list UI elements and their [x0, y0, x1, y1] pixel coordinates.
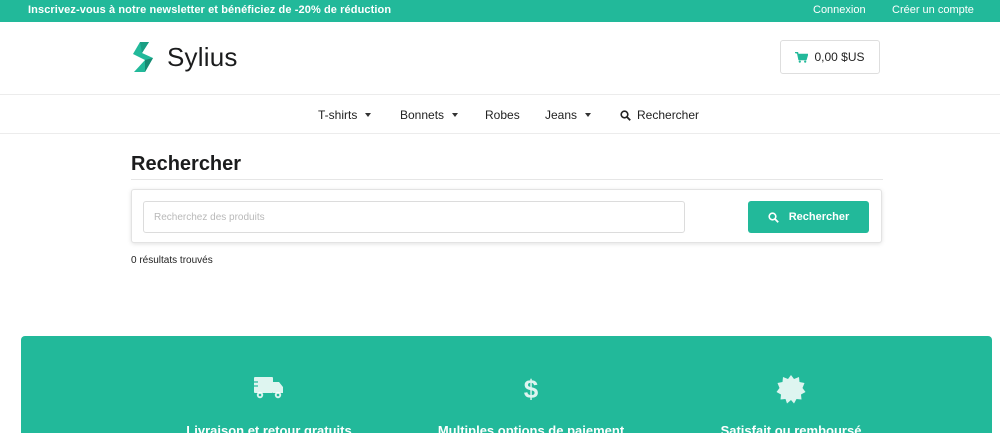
header: Sylius 0,00 $US — [0, 22, 1000, 95]
nav-item-label: Bonnets — [400, 108, 445, 122]
login-link[interactable]: Connexion — [813, 4, 866, 16]
nav-item-tshirts[interactable]: T-shirts — [318, 108, 372, 122]
cart-total: 0,00 $US — [814, 50, 865, 64]
logo[interactable]: Sylius — [131, 39, 238, 75]
caret-down-icon — [452, 113, 459, 117]
cart-icon — [795, 51, 809, 63]
feature-title: Multiples options de paiement — [437, 423, 625, 433]
caret-down-icon — [585, 113, 592, 117]
top-bar: Inscrivez-vous à notre newsletter et bén… — [0, 0, 1000, 22]
nav-item-bonnets[interactable]: Bonnets — [400, 108, 459, 122]
nav-item-label: Jeans — [545, 108, 578, 122]
results-count: 0 résultats trouvés — [131, 255, 213, 266]
search-input[interactable] — [143, 201, 685, 233]
nav-item-jeans[interactable]: Jeans — [545, 108, 592, 122]
nav-item-search[interactable]: Rechercher — [620, 108, 699, 122]
main-nav: T-shirts Bonnets Robes Jeans Rechercher — [0, 96, 1000, 134]
divider — [131, 179, 883, 180]
certificate-icon — [776, 375, 806, 404]
truck-icon — [252, 377, 283, 399]
nav-item-label: T-shirts — [318, 108, 358, 122]
nav-item-label: Robes — [485, 108, 520, 122]
search-button[interactable]: Rechercher — [748, 201, 869, 233]
search-icon — [620, 109, 631, 121]
search-icon — [768, 211, 779, 223]
brand-name: Sylius — [167, 41, 238, 72]
feature-title: Satisfait ou remboursé — [720, 423, 862, 433]
cart-button[interactable]: 0,00 $US — [780, 40, 880, 74]
feature-title: Livraison et retour gratuits — [186, 423, 352, 433]
nav-item-label: Rechercher — [637, 108, 700, 122]
footer-features: Livraison et retour gratuits $ Multiples… — [21, 336, 992, 433]
svg-text:$: $ — [524, 374, 539, 404]
newsletter-promo[interactable]: Inscrivez-vous à notre newsletter et bén… — [28, 4, 391, 16]
search-form: Rechercher — [131, 189, 882, 243]
dollar-icon: $ — [524, 374, 539, 404]
page-title: Rechercher — [131, 153, 242, 175]
register-link[interactable]: Créer un compte — [892, 4, 974, 16]
nav-item-robes[interactable]: Robes — [485, 108, 520, 122]
caret-down-icon — [365, 113, 372, 117]
search-button-label: Rechercher — [788, 211, 850, 223]
sylius-logo-icon — [133, 42, 153, 72]
